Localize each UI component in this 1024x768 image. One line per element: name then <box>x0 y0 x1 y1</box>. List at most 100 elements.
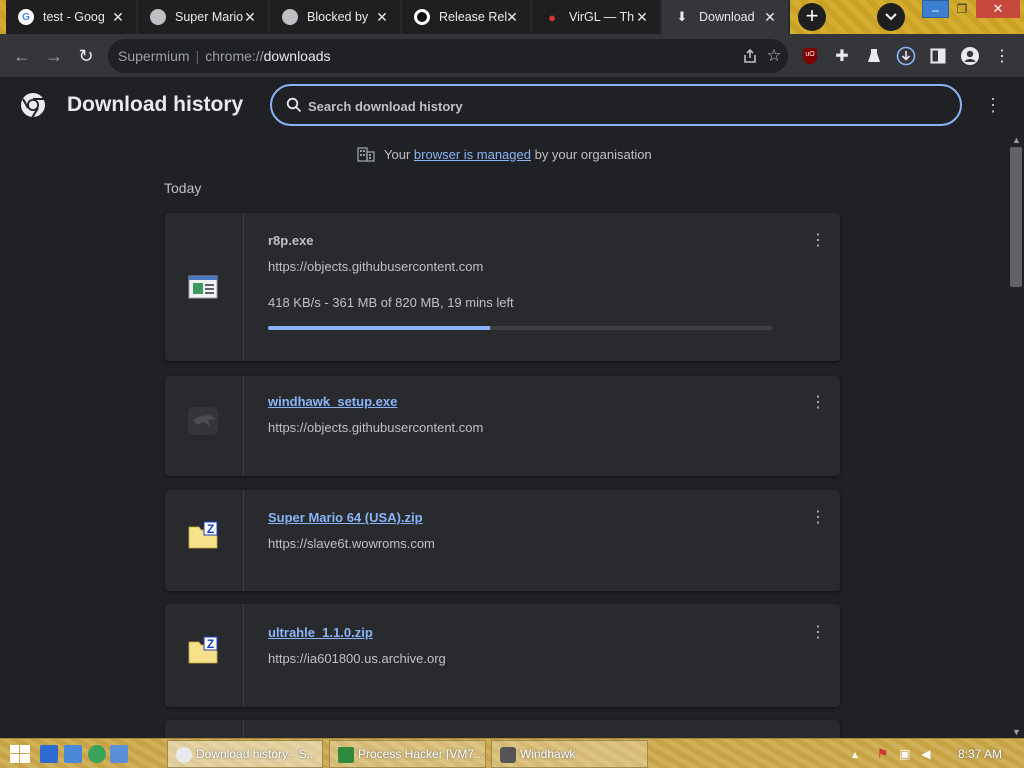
forward-button[interactable]: → <box>42 44 66 68</box>
search-icon <box>286 97 302 113</box>
new-tab-button[interactable]: + <box>798 3 826 31</box>
computer-icon[interactable] <box>110 745 128 763</box>
side-panel-icon[interactable] <box>928 46 948 66</box>
close-icon[interactable]: ✕ <box>242 9 258 25</box>
globe-icon <box>282 9 298 25</box>
zip-folder-icon: Z <box>188 521 218 549</box>
tray-expand-icon[interactable]: ▲ <box>850 750 860 761</box>
download-icon: ⬇ <box>676 9 688 24</box>
building-icon <box>357 147 375 162</box>
task-label: Windhawk <box>520 747 576 761</box>
file-explorer-icon[interactable] <box>64 745 82 763</box>
task-label: Download history - S... <box>196 747 317 761</box>
search-box[interactable] <box>270 84 962 126</box>
file-source-url[interactable]: https://objects.githubusercontent.com <box>268 420 483 435</box>
bookmark-star-icon[interactable]: ☆ <box>764 46 784 66</box>
task-label: Process Hacker [VM7... <box>358 747 485 761</box>
windhawk-icon <box>188 407 218 435</box>
close-icon[interactable]: ✕ <box>634 9 650 25</box>
tab-virgl[interactable]: ● VirGL — Th ✕ <box>532 0 662 34</box>
ublock-icon[interactable]: uO <box>800 46 820 66</box>
minimize-button[interactable]: – <box>922 0 949 18</box>
tab-title: Release Rel <box>439 10 508 24</box>
window-close-button[interactable]: ✕ <box>976 0 1020 18</box>
chrome-logo-icon <box>21 93 45 118</box>
item-menu-icon[interactable]: ⋮ <box>810 394 826 412</box>
tab-strip: G test - Goog ✕ Super Mario ✕ Blocked by… <box>0 0 1024 34</box>
svg-text:Z: Z <box>207 522 214 536</box>
download-item <box>165 720 840 738</box>
share-icon[interactable] <box>740 46 760 66</box>
downloads-header: Download history ⋮ <box>0 79 1024 137</box>
github-icon <box>414 9 430 25</box>
taskbar-task-windhawk[interactable]: Windhawk <box>491 740 648 768</box>
managed-prefix: Your <box>384 146 411 162</box>
file-source-url[interactable]: https://objects.githubusercontent.com <box>268 259 483 274</box>
close-icon[interactable]: ✕ <box>762 9 778 25</box>
back-button[interactable]: ← <box>10 44 34 68</box>
progress-fill <box>268 326 490 330</box>
file-icon-column <box>165 213 244 361</box>
profile-avatar[interactable] <box>960 46 980 66</box>
tab-downloads[interactable]: ⬇ Download ✕ <box>662 0 790 34</box>
address-bar[interactable]: Supermium | chrome://downloads <box>108 39 788 73</box>
item-menu-icon[interactable]: ⋮ <box>810 509 826 527</box>
browser-toolbar: ← → ↻ Supermium | chrome://downloads ☆ uO … <box>0 34 1024 78</box>
chevron-down-icon <box>885 13 897 21</box>
tab-title: test - Goog <box>43 10 105 24</box>
tab-title: Blocked by <box>307 10 369 24</box>
file-icon-column <box>165 720 244 738</box>
extensions-icon[interactable]: ✚ <box>832 46 852 66</box>
file-source-url[interactable]: https://slave6t.wowroms.com <box>268 536 435 551</box>
search-input[interactable] <box>308 96 908 116</box>
virgl-icon: ● <box>548 9 556 25</box>
action-center-icon[interactable]: ⚑ <box>877 746 889 761</box>
download-item: Z Super Mario 64 (USA).zip https://slave… <box>165 490 840 591</box>
tab-blocked[interactable]: Blocked by ✕ <box>270 0 402 34</box>
item-menu-icon[interactable]: ⋮ <box>810 624 826 642</box>
close-icon[interactable]: ✕ <box>504 9 520 25</box>
download-item: windhawk_setup.exe https://objects.githu… <box>165 376 840 476</box>
scrollbar-thumb[interactable] <box>1010 147 1022 287</box>
managed-link[interactable]: browser is managed <box>414 147 531 162</box>
tab-title: VirGL — Th <box>569 10 635 24</box>
file-source-url[interactable]: https://ia601800.us.archive.org <box>268 651 446 666</box>
file-name-link[interactable]: Super Mario 64 (USA).zip <box>268 510 423 525</box>
zip-folder-icon: Z <box>188 636 218 664</box>
scroll-down-arrow-icon[interactable]: ▼ <box>1012 727 1021 737</box>
file-name-link[interactable]: windhawk_setup.exe <box>268 394 397 409</box>
tab-release[interactable]: Release Rel ✕ <box>402 0 532 34</box>
page-scrollbar[interactable]: ▲ ▼ <box>1008 133 1024 739</box>
item-menu-icon[interactable]: ⋮ <box>810 232 826 250</box>
downloads-toolbar-icon[interactable] <box>896 46 916 66</box>
volume-icon[interactable]: ◀ <box>921 747 930 761</box>
download-progress-bar <box>268 326 772 330</box>
managed-notice: Your browser is managed by your organisa… <box>357 146 652 162</box>
tab-test-google[interactable]: G test - Goog ✕ <box>6 0 138 34</box>
more-actions-icon[interactable]: ⋮ <box>984 95 1002 115</box>
browser-quicklaunch-icon[interactable] <box>88 745 106 763</box>
windows-taskbar: Download history - S... Process Hacker [… <box>0 738 1024 768</box>
file-icon-column: Z <box>165 604 244 707</box>
restore-button[interactable]: ❐ <box>950 0 974 18</box>
tab-super-mario[interactable]: Super Mario ✕ <box>138 0 270 34</box>
taskbar-task-downloads[interactable]: Download history - S... <box>167 740 323 768</box>
url-scheme: chrome:// <box>205 48 264 64</box>
url-path: downloads <box>263 48 331 64</box>
labs-flask-icon[interactable] <box>864 46 884 66</box>
managed-suffix: by your organisation <box>534 146 652 162</box>
close-icon[interactable]: ✕ <box>110 9 126 25</box>
tab-search-button[interactable] <box>877 3 905 31</box>
browser-menu-icon[interactable]: ⋮ <box>992 46 1012 66</box>
file-name-link[interactable]: ultrahle_1.1.0.zip <box>268 625 373 640</box>
taskbar-clock[interactable]: 8:37 AM <box>958 747 1002 761</box>
taskbar-task-process-hacker[interactable]: Process Hacker [VM7... <box>329 740 486 768</box>
windows-start-icon[interactable] <box>10 745 30 763</box>
show-desktop-icon[interactable] <box>40 745 58 763</box>
file-icon-column: Z <box>165 490 244 591</box>
scroll-up-arrow-icon[interactable]: ▲ <box>1012 135 1021 145</box>
network-icon[interactable]: ▣ <box>899 747 910 761</box>
page-title: Download history <box>67 93 244 116</box>
reload-button[interactable]: ↻ <box>74 44 98 68</box>
close-icon[interactable]: ✕ <box>374 9 390 25</box>
